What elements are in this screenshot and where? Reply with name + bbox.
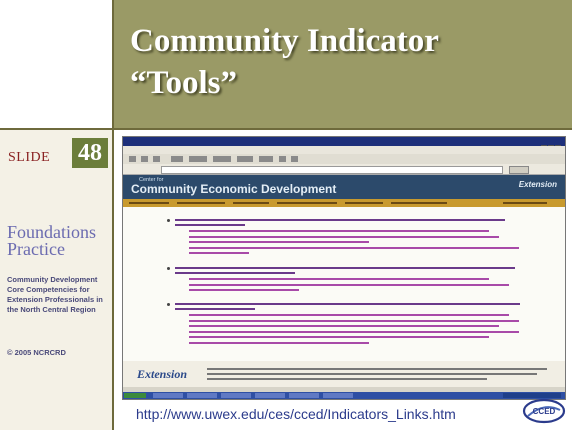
cced-logo: CCED bbox=[522, 398, 566, 424]
horizontal-divider bbox=[0, 128, 572, 130]
left-top-panel bbox=[0, 0, 112, 130]
footer-text-line bbox=[207, 378, 487, 380]
text-line bbox=[175, 267, 515, 269]
text-line bbox=[189, 241, 369, 243]
text-line bbox=[189, 278, 489, 280]
text-line bbox=[189, 289, 299, 291]
svg-text:Extension: Extension bbox=[136, 367, 187, 381]
svg-text:CCED: CCED bbox=[533, 407, 556, 416]
source-url[interactable]: http://www.uwex.edu/ces/cced/Indicators_… bbox=[136, 406, 456, 422]
list-bullet bbox=[167, 303, 170, 306]
footer-text-line bbox=[207, 368, 547, 370]
extension-logo: Extension bbox=[135, 364, 187, 384]
text-line bbox=[189, 236, 499, 238]
slide-title-line1: Community Indicator bbox=[130, 23, 439, 59]
embedded-browser-screenshot: Center for Community Economic Developmen… bbox=[122, 136, 566, 400]
browser-address-bar bbox=[123, 164, 565, 175]
text-line bbox=[189, 314, 509, 316]
text-line bbox=[189, 336, 489, 338]
text-line bbox=[189, 325, 499, 327]
text-line bbox=[189, 284, 509, 286]
slide-label: SLIDE bbox=[8, 150, 51, 165]
go-button bbox=[509, 166, 529, 174]
text-line bbox=[189, 342, 369, 344]
text-line bbox=[189, 230, 489, 232]
text-line bbox=[175, 308, 255, 310]
start-button bbox=[124, 393, 146, 398]
text-line bbox=[189, 252, 249, 254]
list-bullet bbox=[167, 219, 170, 222]
site-banner: Center for Community Economic Developmen… bbox=[123, 175, 565, 199]
slide-title-line2: “Tools” bbox=[130, 65, 237, 101]
slide: Community Indicator “Tools” SLIDE 48 Fou… bbox=[0, 0, 572, 430]
text-line bbox=[189, 331, 519, 333]
slide-title: Community Indicator “Tools” bbox=[130, 20, 550, 104]
logo-line2: Practice bbox=[7, 239, 65, 259]
browser-menu-bar bbox=[123, 146, 565, 154]
footer-text-line bbox=[207, 373, 537, 375]
text-line bbox=[175, 219, 505, 221]
browser-title-bar bbox=[123, 137, 565, 151]
page-footer: Extension bbox=[123, 361, 565, 387]
text-line bbox=[189, 320, 519, 322]
page-content bbox=[123, 207, 565, 367]
windows-taskbar bbox=[123, 392, 565, 399]
banner-title: Community Economic Development bbox=[131, 182, 337, 196]
foundations-practice-logo: Foundations Practice bbox=[7, 223, 96, 259]
text-line bbox=[189, 247, 519, 249]
site-nav-bar bbox=[123, 199, 565, 207]
org-description: Community Development Core Competencies … bbox=[7, 275, 103, 314]
text-line bbox=[175, 303, 520, 305]
vertical-divider bbox=[112, 0, 114, 430]
list-bullet bbox=[167, 267, 170, 270]
window-controls bbox=[540, 138, 562, 151]
copyright-text: © 2005 NCRCRD bbox=[7, 348, 66, 357]
banner-extension-logo: Extension bbox=[518, 180, 557, 189]
text-line bbox=[175, 272, 295, 274]
slide-number-badge: 48 bbox=[72, 138, 108, 168]
address-field bbox=[161, 166, 503, 174]
text-line bbox=[175, 224, 245, 226]
